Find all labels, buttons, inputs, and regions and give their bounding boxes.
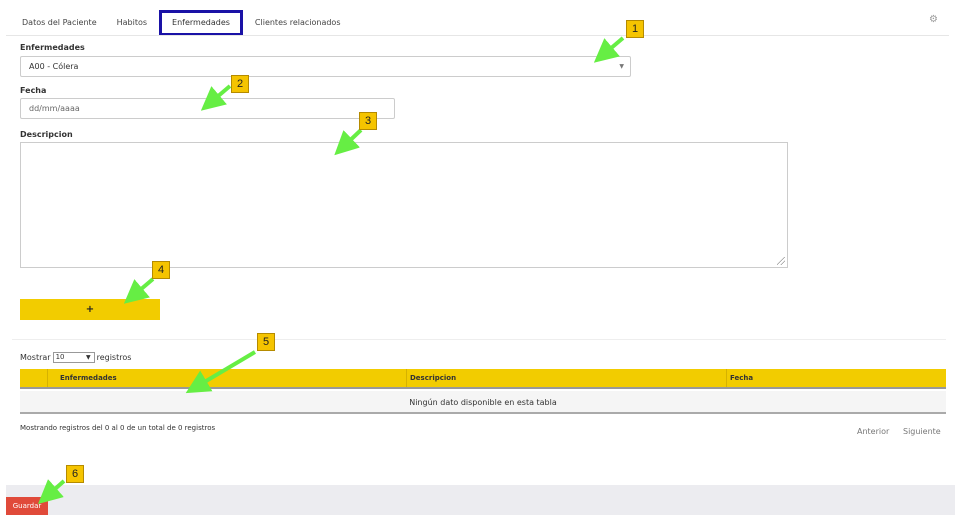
column-separator [406, 369, 407, 387]
arrow-4 [123, 277, 155, 304]
tab-enfermedades[interactable]: Enfermedades [159, 10, 243, 36]
gear-icon[interactable]: ⚙ [929, 15, 939, 25]
descripcion-textarea[interactable] [20, 142, 788, 268]
arrow-1 [593, 36, 625, 63]
pagination-previous[interactable]: Anterior [857, 427, 889, 436]
column-header-enfermedades[interactable]: Enfermedades [60, 369, 117, 387]
page-length-select[interactable]: 10 ▼ [52, 352, 95, 363]
fecha-input[interactable]: dd/mm/aaaa [20, 98, 395, 119]
annotation-marker-5: 5 [257, 333, 275, 351]
table-length-control: Mostrar 10 ▼ registros [20, 352, 131, 363]
enfermedades-select[interactable]: A00 - Cólera ▼ [20, 56, 631, 77]
table-empty-row: Ningún dato disponible en esta tabla [20, 391, 946, 414]
annotation-marker-1: 1 [626, 20, 644, 38]
pagination-next[interactable]: Siguiente [903, 427, 941, 436]
fecha-label: Fecha [20, 86, 47, 95]
tab-clientes-relacionados[interactable]: Clientes relacionados [245, 10, 351, 36]
show-label: Mostrar [20, 353, 51, 362]
column-separator [726, 369, 727, 387]
annotation-marker-4: 4 [152, 261, 170, 279]
annotation-marker-3: 3 [359, 112, 377, 130]
save-button[interactable]: Guardar [6, 497, 48, 515]
table-header: Enfermedades Descripcion Fecha [20, 369, 946, 389]
column-header-descripcion[interactable]: Descripcion [410, 369, 456, 387]
fecha-placeholder: dd/mm/aaaa [29, 104, 80, 113]
tab-datos-paciente[interactable]: Datos del Paciente [12, 10, 107, 36]
column-header-fecha[interactable]: Fecha [730, 369, 753, 387]
tab-divider [6, 35, 949, 36]
enfermedades-selected-value: A00 - Cólera [29, 62, 79, 71]
resize-grip-icon[interactable] [777, 257, 785, 265]
chevron-down-icon: ▼ [619, 63, 624, 70]
enfermedades-label: Enfermedades [20, 43, 85, 52]
chevron-down-icon: ▼ [85, 354, 91, 361]
tab-habitos[interactable]: Habitos [107, 10, 157, 36]
descripcion-label: Descripcion [20, 130, 73, 139]
records-label: registros [96, 353, 132, 362]
section-divider [12, 339, 946, 340]
annotation-marker-6: 6 [66, 465, 84, 483]
annotation-marker-2: 2 [231, 75, 249, 93]
add-button[interactable]: + [20, 299, 160, 320]
page-length-value: 10 [55, 353, 65, 361]
column-separator [47, 369, 48, 387]
footer-bar [6, 485, 955, 515]
tab-bar: Datos del Paciente Habitos Enfermedades … [12, 10, 351, 36]
table-info: Mostrando registros del 0 al 0 de un tot… [20, 424, 216, 432]
